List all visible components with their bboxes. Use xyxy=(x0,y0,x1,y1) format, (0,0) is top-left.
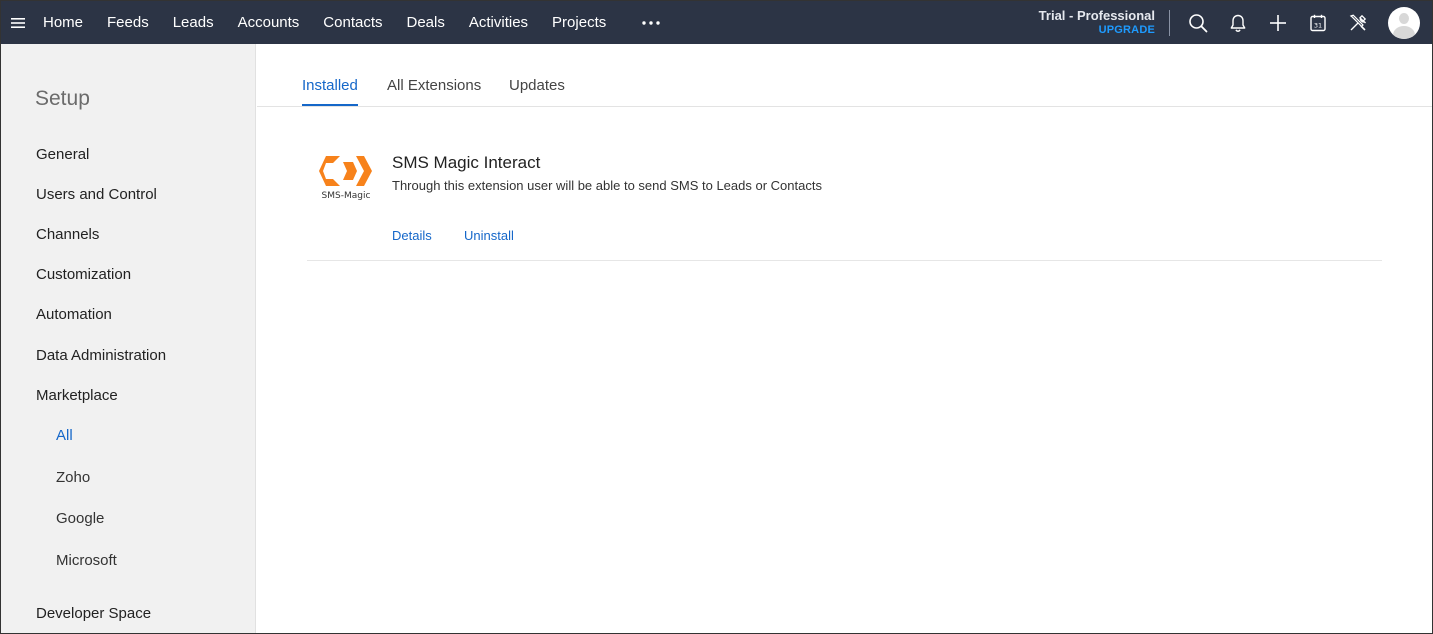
sidebar-item-marketplace[interactable]: Marketplace xyxy=(36,387,118,404)
logo-text: SMS-Magic xyxy=(321,191,371,201)
upgrade-link[interactable]: UPGRADE xyxy=(1039,24,1155,37)
sms-magic-logo-icon xyxy=(319,156,372,186)
setup-sidebar: Setup General Users and Control Channels… xyxy=(1,44,256,633)
divider xyxy=(1169,9,1170,36)
sidebar-subitem-google[interactable]: Google xyxy=(56,510,104,527)
sidebar-title: Setup xyxy=(35,87,90,110)
sidebar-subitem-all[interactable]: All xyxy=(56,427,73,444)
search-icon[interactable] xyxy=(1178,1,1218,44)
calendar-day-text: 31 xyxy=(1314,21,1322,29)
sidebar-item-automation[interactable]: Automation xyxy=(36,306,112,323)
sidebar-item-users-and-control[interactable]: Users and Control xyxy=(36,186,157,203)
plus-icon[interactable] xyxy=(1258,1,1298,44)
top-navigation-bar: Home Feeds Leads Accounts Contacts Deals… xyxy=(1,1,1432,44)
nav-feeds[interactable]: Feeds xyxy=(95,1,161,44)
avatar-body xyxy=(1393,25,1415,39)
tools-icon[interactable] xyxy=(1338,1,1378,44)
extension-tabs: Installed All Extensions Updates xyxy=(257,44,1432,107)
nav-projects[interactable]: Projects xyxy=(540,1,618,44)
extension-card: SMS-Magic SMS Magic Interact Through thi… xyxy=(307,107,1382,261)
nav-home[interactable]: Home xyxy=(35,1,95,44)
sidebar-item-customization[interactable]: Customization xyxy=(36,266,131,283)
extension-description: Through this extension user will be able… xyxy=(392,178,822,193)
nav-accounts[interactable]: Accounts xyxy=(226,1,312,44)
module-tabs: Home Feeds Leads Accounts Contacts Deals… xyxy=(35,1,666,44)
more-modules-icon[interactable] xyxy=(636,1,666,44)
sidebar-item-channels[interactable]: Channels xyxy=(36,226,99,243)
trial-plan-label: Trial - Professional xyxy=(1038,7,1155,23)
hamburger-menu-icon[interactable] xyxy=(1,1,35,44)
calendar-icon[interactable]: 31 xyxy=(1298,1,1338,44)
sidebar-item-developer-space[interactable]: Developer Space xyxy=(36,605,151,622)
sidebar-subitem-zoho[interactable]: Zoho xyxy=(56,469,90,486)
tab-updates[interactable]: Updates xyxy=(509,77,565,94)
nav-contacts[interactable]: Contacts xyxy=(311,1,394,44)
tab-installed[interactable]: Installed xyxy=(302,77,358,94)
sidebar-item-general[interactable]: General xyxy=(36,146,89,163)
trial-info: Trial - Professional UPGRADE xyxy=(1038,7,1155,37)
user-avatar[interactable] xyxy=(1388,6,1420,39)
uninstall-link[interactable]: Uninstall xyxy=(464,228,514,243)
active-tab-underline xyxy=(302,104,358,106)
top-right-actions: Trial - Professional UPGRADE 31 xyxy=(1039,1,1432,44)
avatar-head xyxy=(1399,12,1409,24)
extension-name: SMS Magic Interact xyxy=(392,153,541,172)
sms-magic-logo: SMS-Magic xyxy=(313,154,373,204)
details-link[interactable]: Details xyxy=(392,228,432,243)
sidebar-item-data-administration[interactable]: Data Administration xyxy=(36,347,166,364)
tab-all-extensions[interactable]: All Extensions xyxy=(387,77,481,94)
sidebar-subitem-microsoft[interactable]: Microsoft xyxy=(56,552,117,569)
bell-icon[interactable] xyxy=(1218,1,1258,44)
nav-activities[interactable]: Activities xyxy=(457,1,540,44)
nav-deals[interactable]: Deals xyxy=(395,1,457,44)
nav-leads[interactable]: Leads xyxy=(161,1,226,44)
